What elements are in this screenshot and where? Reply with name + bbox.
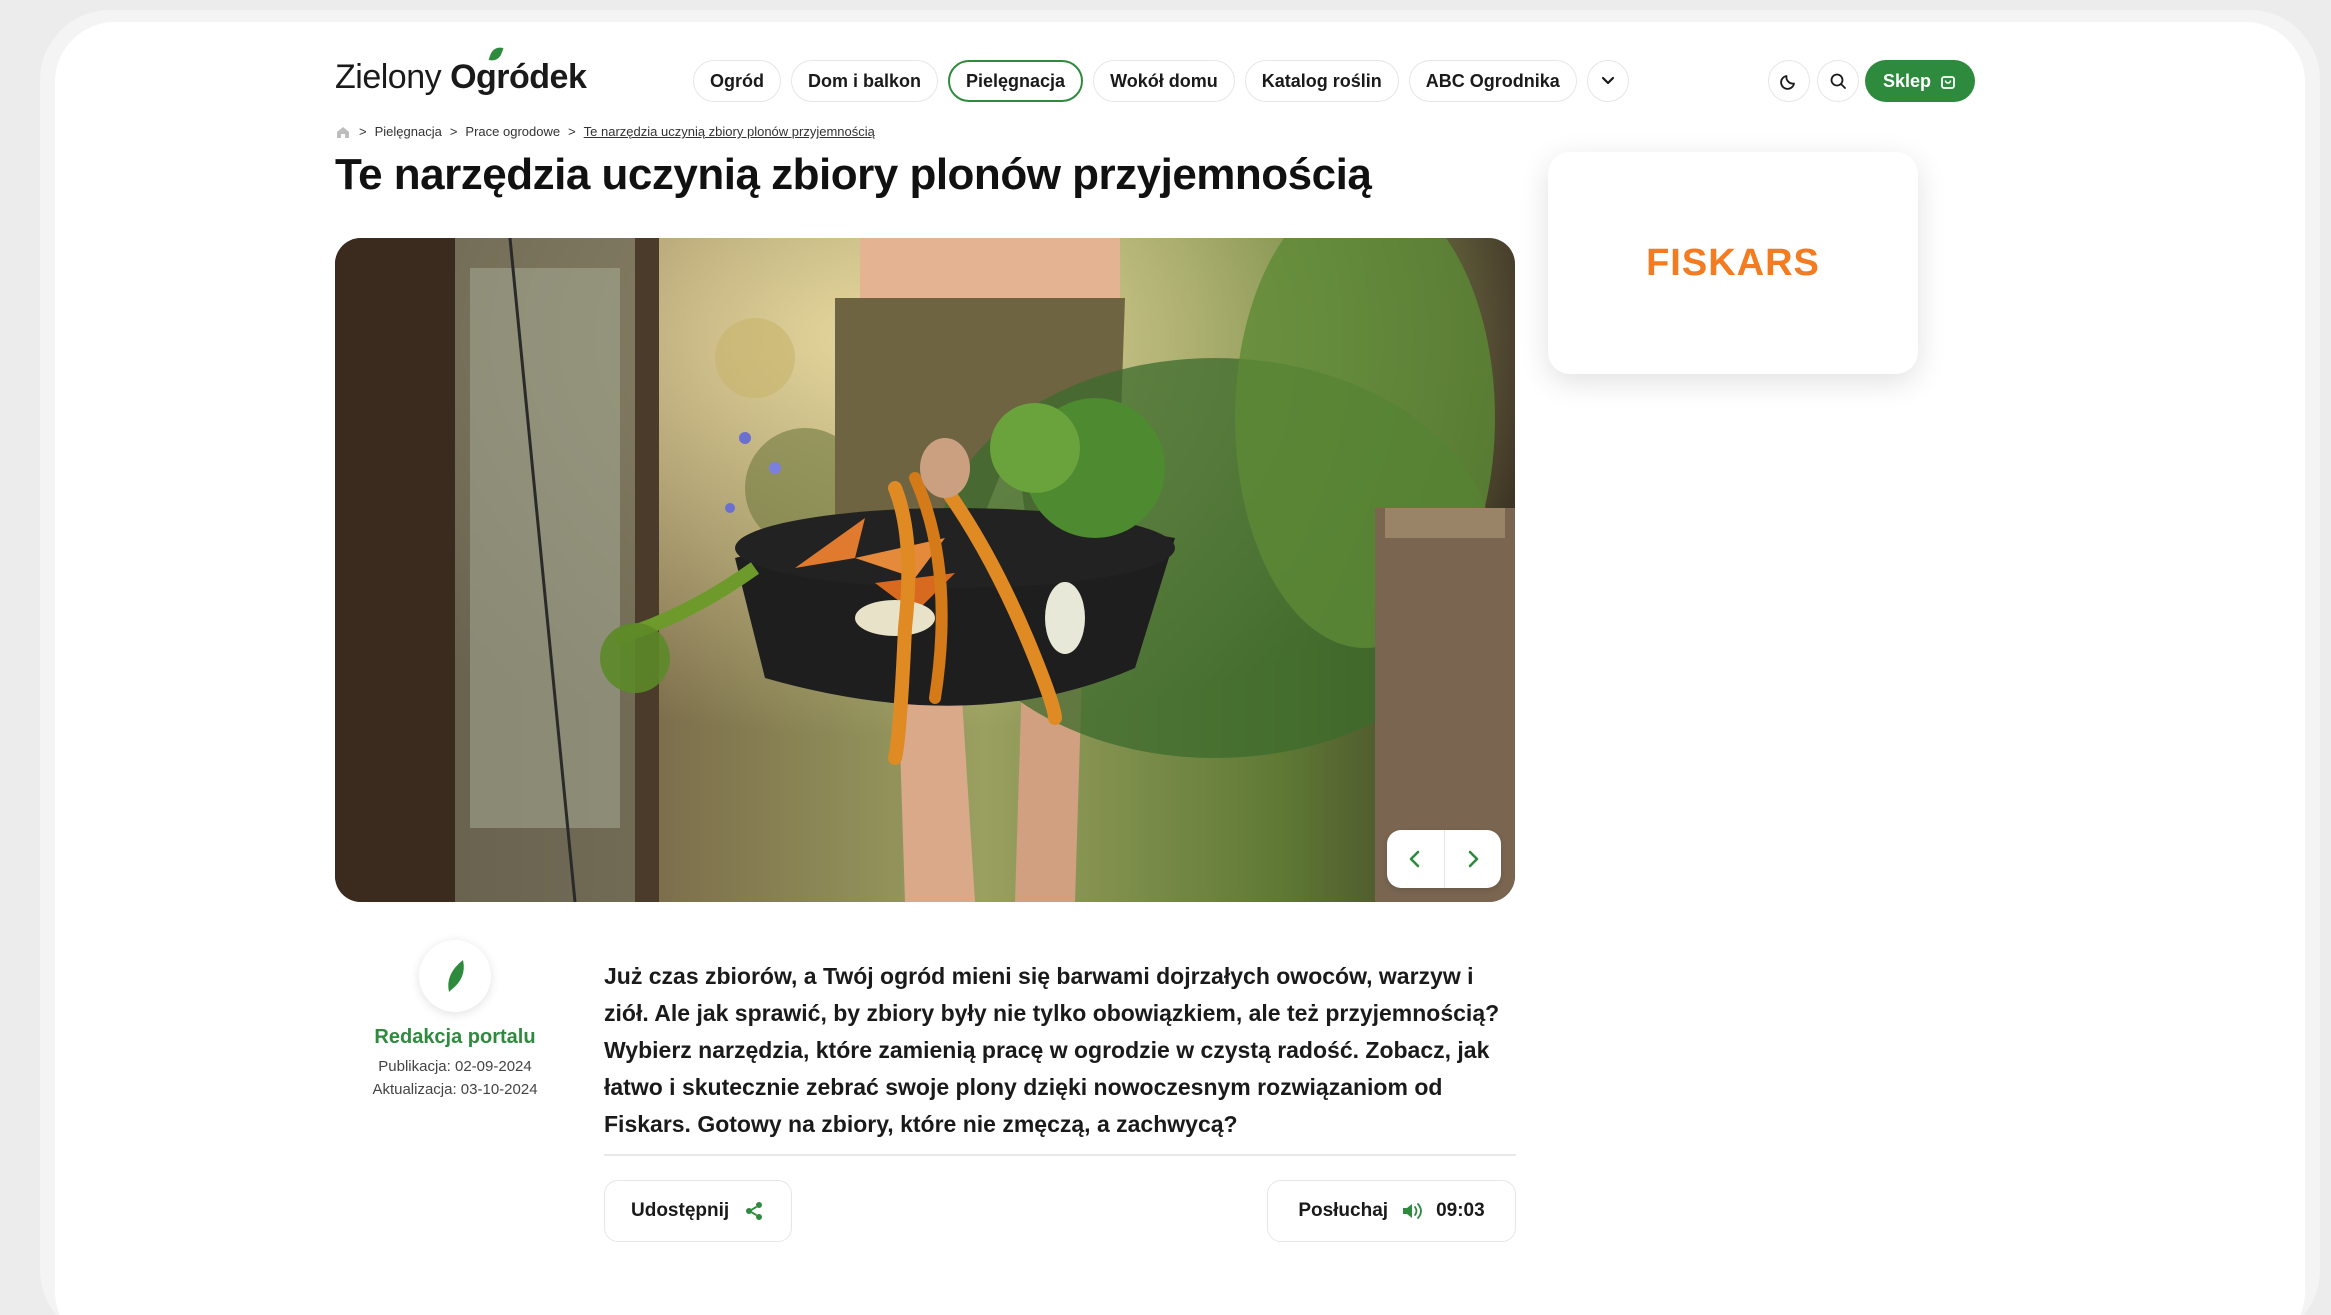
shop-button[interactable]: Sklep	[1865, 60, 1976, 102]
listen-button[interactable]: Posłuchaj 09:03	[1267, 1180, 1516, 1242]
nav-item-abc-ogrodnika[interactable]: ABC Ogrodnika	[1408, 60, 1577, 102]
nav-item-pielegnacja[interactable]: Pielęgnacja	[948, 60, 1084, 102]
logo-text-light: Zielony	[335, 58, 451, 96]
breadcrumb-current[interactable]: Te narzędzia uczynią zbiory plonów przyj…	[584, 124, 875, 139]
listen-label: Posłuchaj	[1298, 1200, 1389, 1221]
share-icon	[746, 1202, 763, 1220]
logo-text-bold: Ogródek	[450, 58, 587, 96]
chevron-left-icon	[1409, 850, 1420, 868]
publication-date: Publikacja: 02-09-2024	[378, 1058, 532, 1075]
breadcrumb-item-prace-ogrodowe[interactable]: Prace ogrodowe	[465, 124, 560, 139]
shop-label: Sklep	[1883, 70, 1932, 91]
main-nav: Ogród Dom i balkon Pielęgnacja Wokół dom…	[693, 60, 1629, 102]
avatar	[419, 940, 491, 1012]
nav-item-katalog-roslin[interactable]: Katalog roślin	[1244, 60, 1399, 102]
author-box: Redakcja portalu Publikacja: 02-09-2024 …	[345, 940, 565, 1101]
gallery-nav	[1387, 830, 1501, 888]
gallery-next-button[interactable]	[1445, 830, 1502, 888]
nav-item-ogrod[interactable]: Ogród	[693, 60, 781, 102]
share-button[interactable]: Udostępnij	[604, 1180, 793, 1242]
gallery-prev-button[interactable]	[1387, 830, 1445, 888]
speaker-icon	[1403, 1203, 1422, 1219]
nav-more-button[interactable]	[1586, 60, 1629, 102]
audio-duration: 09:03	[1436, 1200, 1485, 1221]
hero-image	[335, 238, 1515, 902]
leaf-icon	[448, 960, 464, 992]
article-title: Te narzędzia uczynią zbiory plonów przyj…	[335, 150, 1372, 199]
nav-item-wokol-domu[interactable]: Wokół domu	[1093, 60, 1235, 102]
fiskars-logo: FISKARS	[1646, 241, 1820, 284]
site-header: Zielony Ogródek Ogród Dom i balkon Pielę…	[335, 40, 1980, 126]
nav-item-dom-i-balkon[interactable]: Dom i balkon	[791, 60, 939, 102]
sponsor-ad[interactable]: FISKARS	[1548, 152, 1918, 374]
update-date: Aktualizacja: 03-10-2024	[372, 1081, 538, 1098]
chevron-right-icon	[1468, 850, 1479, 868]
moon-icon	[1780, 75, 1795, 90]
breadcrumb: > Pielęgnacja > Prace ogrodowe > Te narz…	[335, 124, 875, 139]
search-button[interactable]	[1817, 60, 1859, 102]
chevron-down-icon	[1601, 76, 1614, 85]
breadcrumb-separator-icon: >	[449, 124, 458, 139]
shopping-bag-icon	[1941, 76, 1955, 89]
author-name[interactable]: Redakcja portalu	[345, 1026, 565, 1049]
breadcrumb-separator-icon: >	[568, 124, 576, 139]
share-label: Udostępnij	[631, 1200, 730, 1221]
garden-harvest-photo	[335, 238, 1515, 902]
breadcrumb-item-pielegnacja[interactable]: Pielęgnacja	[375, 124, 442, 139]
search-icon	[1830, 73, 1846, 89]
divider	[604, 1154, 1516, 1156]
breadcrumb-separator-icon: >	[359, 124, 367, 139]
article-lead: Już czas zbiorów, a Twój ogród mieni się…	[604, 963, 1500, 1137]
home-icon[interactable]	[335, 125, 351, 139]
dark-mode-button[interactable]	[1768, 60, 1810, 102]
site-logo[interactable]: Zielony Ogródek	[335, 44, 587, 97]
